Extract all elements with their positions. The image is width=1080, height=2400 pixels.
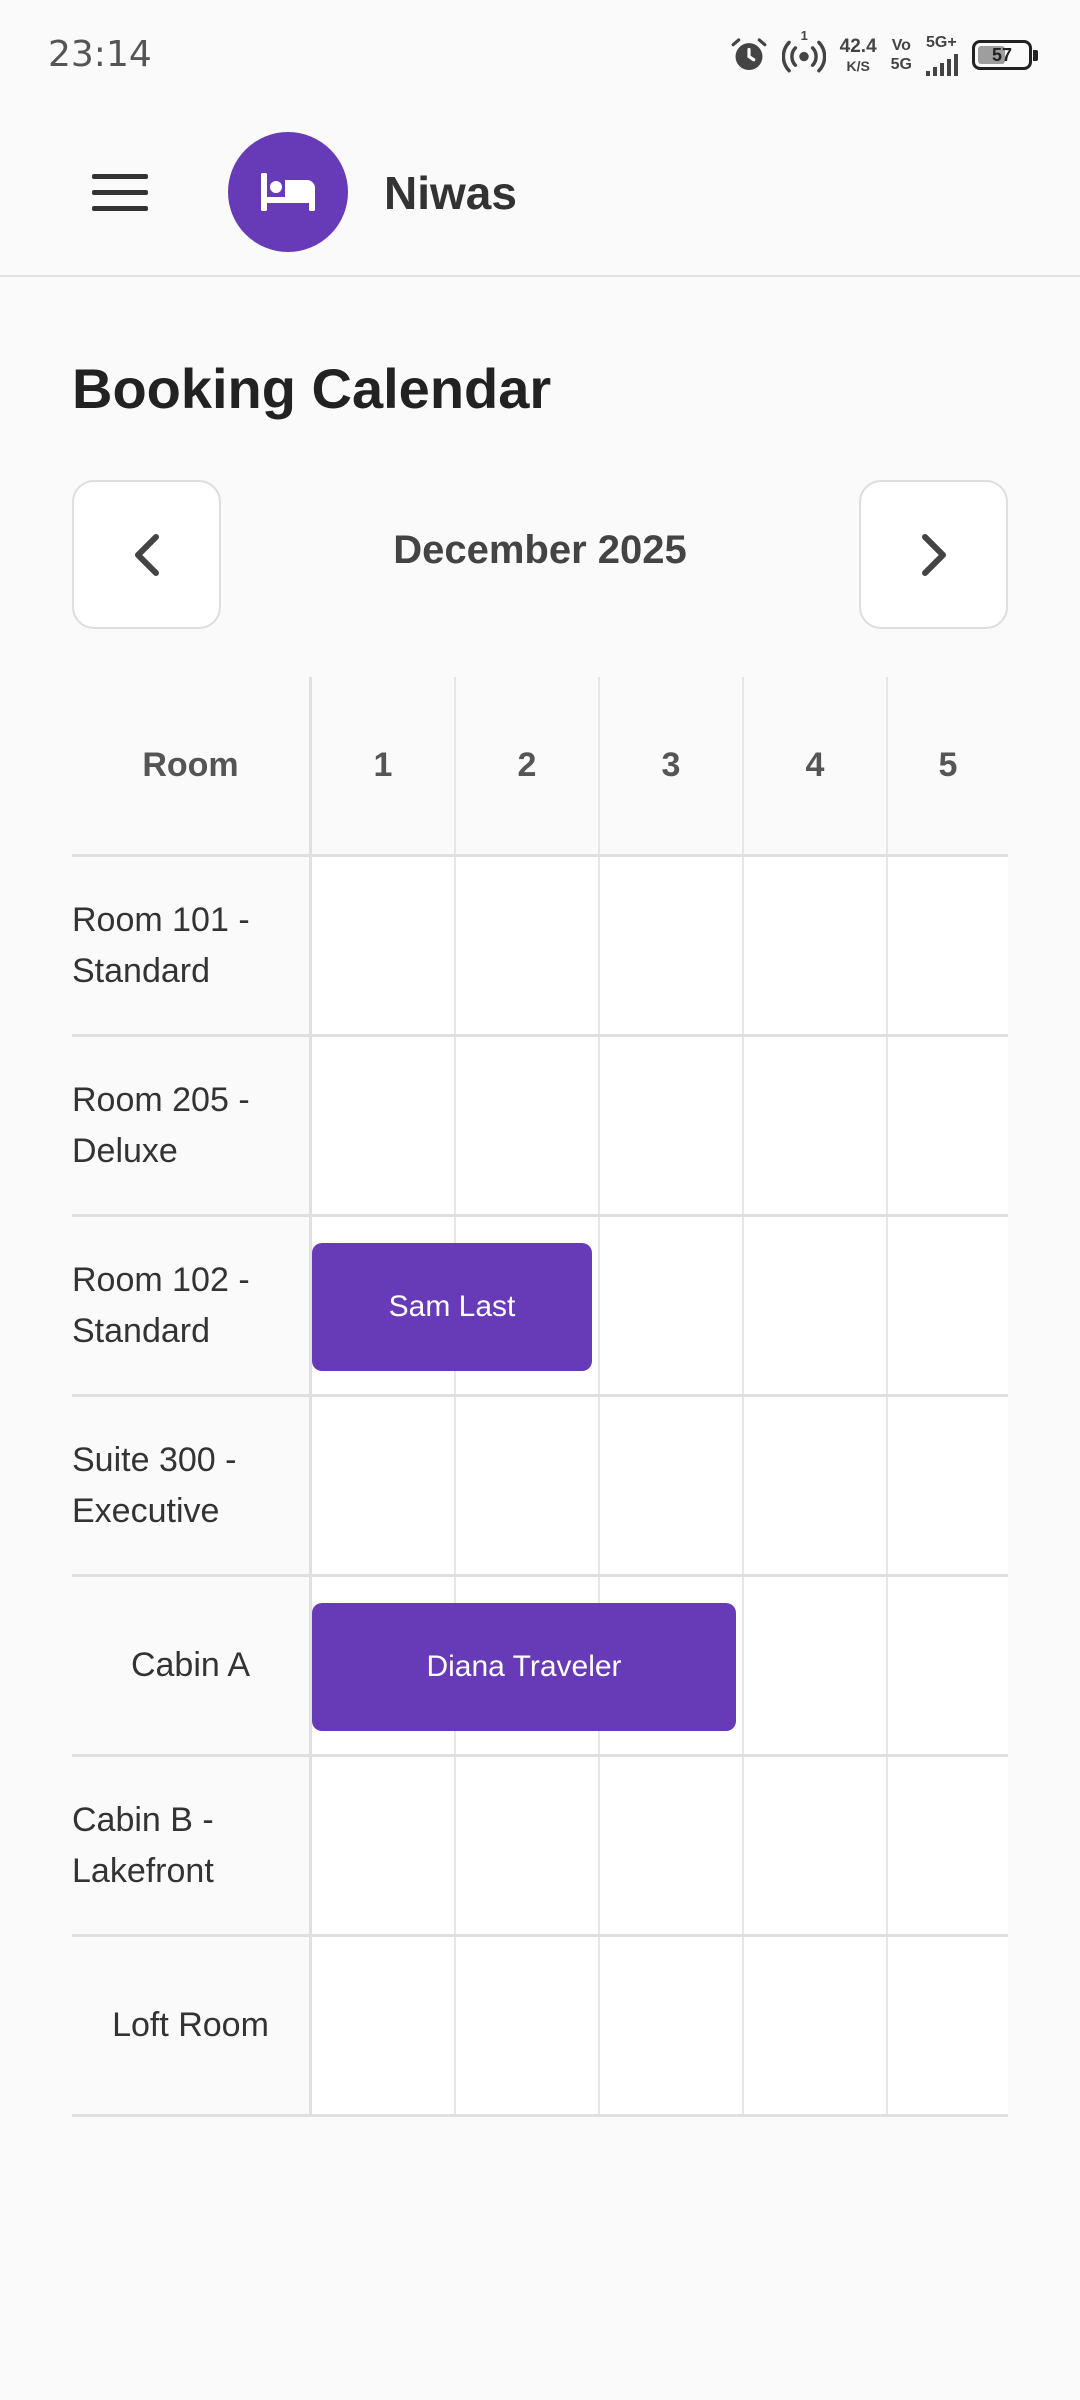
status-icons: 1 42.4 K/S Vo 5G 5G+ 57 xyxy=(730,28,1038,80)
day-cell[interactable] xyxy=(888,1937,1008,2114)
booking-bar[interactable]: Sam Last xyxy=(312,1243,592,1371)
calendar-room-row: Suite 300 - Executive xyxy=(72,1397,1008,1577)
room-name-label: Room 205 - Deluxe xyxy=(72,1080,250,1170)
day-cell[interactable] xyxy=(600,857,744,1034)
next-month-button[interactable] xyxy=(859,480,1008,629)
bed-icon xyxy=(261,173,315,211)
day-header: 1 xyxy=(312,677,456,854)
alarm-icon xyxy=(731,38,767,71)
day-cell[interactable] xyxy=(456,1757,600,1934)
volte-indicator: Vo 5G xyxy=(890,36,912,73)
day-cell[interactable] xyxy=(456,1937,600,2114)
day-cell[interactable] xyxy=(600,1397,744,1574)
day-cell[interactable] xyxy=(456,1397,600,1574)
day-cell[interactable] xyxy=(888,1397,1008,1574)
status-bar: 23:14 1 42.4 K/S Vo 5G 5G+ 57 xyxy=(0,0,1080,110)
calendar-room-row: Loft Room xyxy=(72,1937,1008,2117)
day-cell[interactable] xyxy=(456,857,600,1034)
room-name: Suite 300 - Executive xyxy=(72,1397,312,1574)
day-header: 3 xyxy=(600,677,744,854)
booking-guest-name: Sam Last xyxy=(388,1290,516,1323)
speed-value: 42.4 xyxy=(839,36,877,57)
previous-month-button[interactable] xyxy=(72,480,221,629)
day-cell[interactable] xyxy=(888,1757,1008,1934)
room-name-label: Room 102 - Standard xyxy=(72,1260,250,1350)
volte-top: Vo xyxy=(891,36,911,54)
hamburger-icon-line xyxy=(92,173,148,179)
day-cell[interactable] xyxy=(312,1037,456,1214)
signal-indicator: 5G+ xyxy=(926,33,958,76)
room-name: Room 101 - Standard xyxy=(72,857,312,1034)
page-title: Booking Calendar xyxy=(72,357,552,420)
booking-bar[interactable]: Diana Traveler xyxy=(312,1603,736,1731)
app-logo xyxy=(228,132,348,252)
day-cell[interactable] xyxy=(888,1217,1008,1394)
day-header: 2 xyxy=(456,677,600,854)
app-brand: Niwas xyxy=(384,167,517,219)
day-cell[interactable] xyxy=(744,1397,888,1574)
hamburger-icon-line xyxy=(92,205,148,211)
day-cell[interactable] xyxy=(600,1217,744,1394)
booking-calendar-grid: Room 1 2 3 4 5 Room 101 - Standard Room … xyxy=(72,677,1008,2117)
day-cell[interactable] xyxy=(600,1937,744,2114)
hamburger-icon-line xyxy=(92,189,148,195)
app-bar: Niwas xyxy=(0,110,1080,277)
day-cell[interactable] xyxy=(600,1037,744,1214)
room-name: Loft Room xyxy=(72,1937,312,2114)
day-cell[interactable] xyxy=(744,1757,888,1934)
menu-button[interactable] xyxy=(78,156,162,228)
day-cell[interactable] xyxy=(312,857,456,1034)
hotspot-badge: 1 xyxy=(800,28,808,43)
day-cell[interactable] xyxy=(456,1037,600,1214)
calendar-room-row: Cabin B - Lakefront xyxy=(72,1757,1008,1937)
month-label: December 2025 xyxy=(393,528,687,572)
room-name-label: Cabin B - Lakefront xyxy=(72,1800,214,1890)
day-cell[interactable] xyxy=(312,1397,456,1574)
room-name: Cabin B - Lakefront xyxy=(72,1757,312,1934)
calendar-header-row: Room 1 2 3 4 5 xyxy=(72,677,1008,857)
room-name-label: Suite 300 - Executive xyxy=(72,1440,237,1530)
day-cell[interactable] xyxy=(888,857,1008,1034)
room-name: Cabin A xyxy=(72,1577,312,1754)
chevron-left-icon xyxy=(134,533,159,576)
booking-guest-name: Diana Traveler xyxy=(426,1650,622,1683)
room-column-header: Room xyxy=(72,677,312,854)
day-cell[interactable] xyxy=(744,1577,888,1754)
speed-unit: K/S xyxy=(846,58,870,74)
chevron-right-icon xyxy=(921,533,946,576)
network-type: 5G+ xyxy=(926,33,957,51)
room-name: Room 102 - Standard xyxy=(72,1217,312,1394)
day-header: 4 xyxy=(744,677,888,854)
network-speed: 42.4 K/S xyxy=(840,37,877,73)
room-name-label: Cabin A xyxy=(130,1646,251,1684)
room-name-label: Loft Room xyxy=(112,2006,269,2044)
battery-icon: 57 xyxy=(972,40,1038,70)
day-cell[interactable] xyxy=(888,1037,1008,1214)
calendar-room-row: Room 101 - Standard xyxy=(72,857,1008,1037)
status-time: 23:14 xyxy=(48,34,152,75)
calendar-room-row: Room 205 - Deluxe xyxy=(72,1037,1008,1217)
room-name-label: Room 101 - Standard xyxy=(72,900,250,990)
day-cell[interactable] xyxy=(744,1937,888,2114)
day-header: 5 xyxy=(938,746,958,784)
day-cell[interactable] xyxy=(600,1757,744,1934)
day-cell[interactable] xyxy=(744,1037,888,1214)
day-cell[interactable] xyxy=(312,1757,456,1934)
hotspot-indicator: 1 xyxy=(781,28,826,74)
room-name: Room 205 - Deluxe xyxy=(72,1037,312,1214)
volte-bottom: 5G xyxy=(890,55,912,73)
day-cell[interactable] xyxy=(744,1217,888,1394)
day-cell[interactable] xyxy=(744,857,888,1034)
day-cell[interactable] xyxy=(312,1937,456,2114)
signal-bars-icon xyxy=(926,53,958,76)
day-cell[interactable] xyxy=(888,1577,1008,1754)
battery-level: 57 xyxy=(991,44,1013,65)
